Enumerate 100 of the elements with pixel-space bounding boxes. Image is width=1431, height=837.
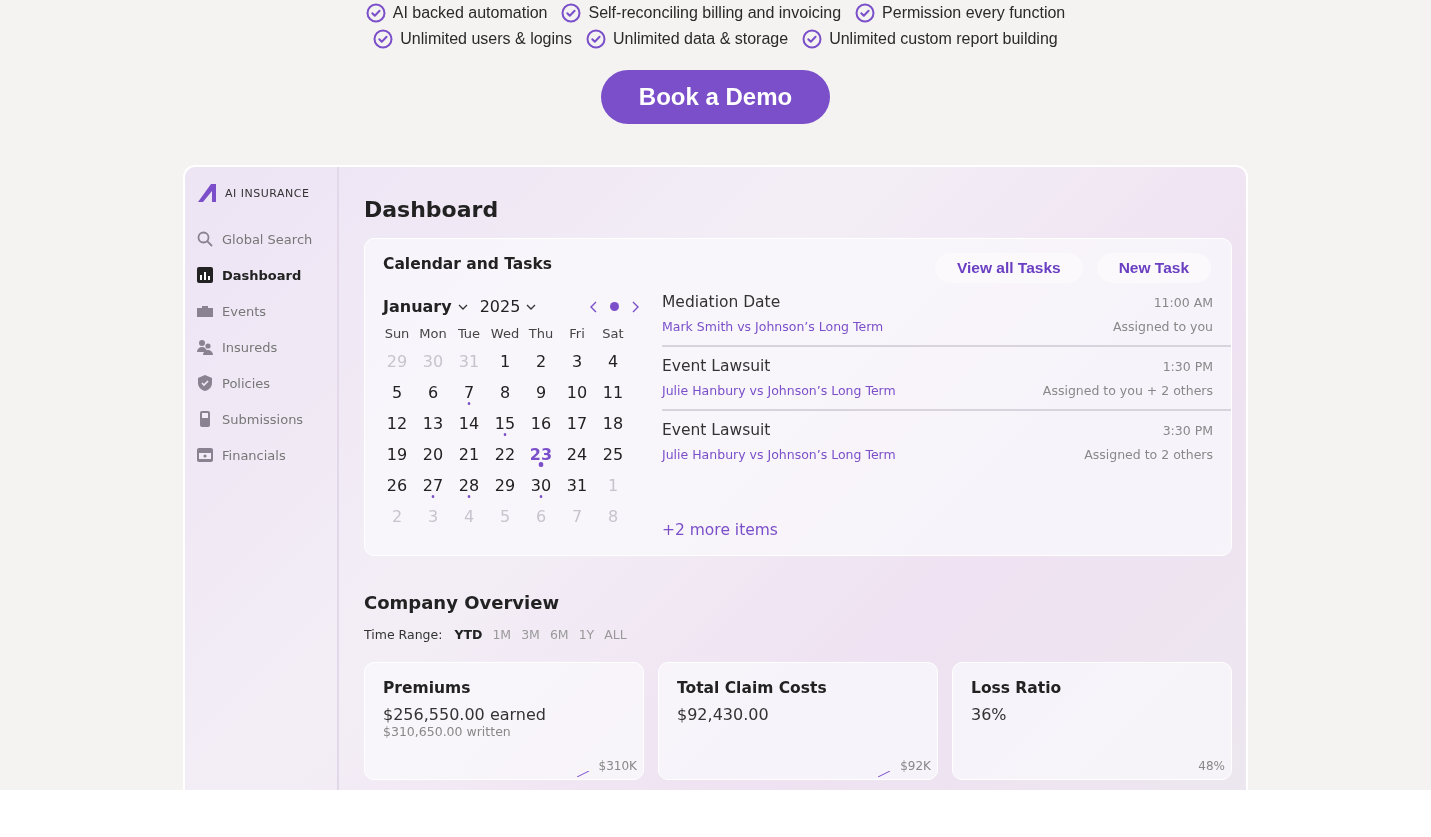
logo-text: AI INSURANCE xyxy=(225,186,310,200)
task-button[interactable]: View all Tasks xyxy=(934,253,1083,283)
metric-title: Total Claim Costs xyxy=(677,679,828,697)
briefcase-icon xyxy=(197,303,213,319)
calendar-day[interactable]: 17 xyxy=(559,408,595,439)
search-icon xyxy=(197,231,213,247)
weekday-label: Wed xyxy=(489,326,521,343)
calendar-day[interactable]: 3 xyxy=(559,346,595,377)
calendar-day[interactable]: 14 xyxy=(451,408,487,439)
sparkline xyxy=(878,771,891,777)
calendar-day[interactable]: 8 xyxy=(487,377,523,408)
metric-value: 36% xyxy=(971,705,1008,724)
calendar-day[interactable]: 30 xyxy=(523,470,559,501)
book-demo-button[interactable]: Book a Demo xyxy=(601,70,830,124)
calendar-day[interactable]: 25 xyxy=(595,439,631,470)
task-button[interactable]: New Task xyxy=(1096,253,1211,283)
calendar-day[interactable]: 16 xyxy=(523,408,559,439)
sidebar-item[interactable]: Submissions xyxy=(197,401,304,437)
month-dropdown[interactable]: January xyxy=(383,297,468,316)
sparkline xyxy=(576,771,589,777)
feature-text: Self-reconciling billing and invoicing xyxy=(588,4,842,22)
sidebar-item[interactable]: Insureds xyxy=(197,329,278,365)
calendar-day[interactable]: 4 xyxy=(595,346,631,377)
calendar-day[interactable]: 31 xyxy=(559,470,595,501)
task-title: Event Lawsuit xyxy=(662,357,771,375)
weekday-label: Fri xyxy=(568,326,586,343)
chevron-right-icon[interactable] xyxy=(631,300,639,313)
calendar-day[interactable]: 22 xyxy=(487,439,523,470)
case-link[interactable]: Julie Hanbury vs Johnson’s Long Term xyxy=(662,447,896,462)
task-title: Mediation Date xyxy=(662,293,781,311)
check-circle-icon xyxy=(365,3,386,23)
metric-value: $256,550.00 earned xyxy=(383,705,547,724)
case-link[interactable]: Mark Smith vs Johnson’s Long Term xyxy=(662,319,884,334)
task-assignees: Assigned to 2 others xyxy=(1084,447,1213,462)
logo-icon xyxy=(197,183,219,203)
sidebar-item[interactable]: Financials xyxy=(197,437,286,473)
chart-max-label: $310K xyxy=(598,759,637,773)
calendar-day[interactable]: 21 xyxy=(451,439,487,470)
feature-text: Permission every function xyxy=(882,4,1066,22)
device-icon xyxy=(197,411,213,427)
sidebar-item[interactable]: Events xyxy=(197,293,266,329)
chart-max-label: $92K xyxy=(900,759,931,773)
wallet-icon xyxy=(197,447,213,463)
case-link[interactable]: Julie Hanbury vs Johnson’s Long Term xyxy=(662,383,896,398)
task-time: 1:30 PM xyxy=(1162,359,1213,374)
calendar-day[interactable]: 9 xyxy=(523,377,559,408)
metric-title: Loss Ratio xyxy=(971,679,1063,697)
time-range-option[interactable]: YTD xyxy=(454,627,483,642)
feature-text: Unlimited users & logins xyxy=(400,30,572,48)
today-dot-icon[interactable] xyxy=(610,302,619,311)
calendar-day[interactable]: 2 xyxy=(523,346,559,377)
calendar-day[interactable]: 13 xyxy=(415,408,451,439)
chevron-down-icon xyxy=(526,303,537,310)
calendar-day[interactable]: 26 xyxy=(379,470,415,501)
task-title: Event Lawsuit xyxy=(662,421,771,439)
task-time: 3:30 PM xyxy=(1162,423,1213,438)
calendar-day[interactable]: 27 xyxy=(415,470,451,501)
task-assignees: Assigned to you + 2 others xyxy=(1042,383,1213,398)
check-circle-icon xyxy=(585,29,606,49)
chart-max-label: 48% xyxy=(1198,759,1225,773)
calendar-day[interactable]: 28 xyxy=(451,470,487,501)
weekday-label: Tue xyxy=(456,326,482,343)
calendar-day[interactable]: 20 xyxy=(415,439,451,470)
calendar-day[interactable]: 10 xyxy=(559,377,595,408)
weekday-label: Mon xyxy=(418,326,448,343)
feature-text: AI backed automation xyxy=(392,4,548,22)
check-circle-icon xyxy=(373,29,394,49)
calendar-day[interactable]: 15 xyxy=(487,408,523,439)
more-items-link[interactable]: +2 more items xyxy=(662,521,1213,539)
calendar-day[interactable]: 5 xyxy=(379,377,415,408)
calendar-day[interactable]: 11 xyxy=(595,377,631,408)
time-range-label: Time Range: xyxy=(364,627,443,642)
page-title: Dashboard xyxy=(364,197,500,222)
calendar-day[interactable]: 18 xyxy=(595,408,631,439)
feature-text: Unlimited custom report building xyxy=(829,30,1058,48)
check-circle-icon xyxy=(561,3,582,23)
calendar-day[interactable]: 23 xyxy=(523,439,559,470)
calendar-day[interactable]: 7 xyxy=(451,377,487,408)
calendar-day[interactable]: 1 xyxy=(487,346,523,377)
calendar-day[interactable]: 6 xyxy=(415,377,451,408)
weekday-label: Thu xyxy=(527,326,555,343)
calendar-day[interactable]: 19 xyxy=(379,439,415,470)
calendar-day[interactable]: 12 xyxy=(379,408,415,439)
calendar-day[interactable]: 24 xyxy=(559,439,595,470)
calendar-day[interactable]: 29 xyxy=(487,470,523,501)
chevron-down-icon xyxy=(457,303,468,310)
feature-text: Unlimited data & storage xyxy=(612,30,789,48)
check-circle-icon xyxy=(855,3,876,23)
sidebar-item[interactable]: Dashboard xyxy=(197,257,302,293)
card-title: Calendar and Tasks xyxy=(383,255,554,273)
task-assignees: Assigned to you xyxy=(1113,319,1213,334)
task-time: 11:00 AM xyxy=(1153,295,1213,310)
year-dropdown[interactable]: 2025 xyxy=(479,297,537,316)
sidebar-item[interactable]: Global Search xyxy=(197,221,313,257)
weekday-label: Sun xyxy=(383,326,411,343)
chevron-left-icon[interactable] xyxy=(590,300,598,313)
check-circle-icon xyxy=(802,29,823,49)
sidebar-item[interactable]: Policies xyxy=(197,365,271,401)
bar-chart-icon xyxy=(197,267,213,283)
metric-value: $92,430.00 xyxy=(677,705,770,724)
